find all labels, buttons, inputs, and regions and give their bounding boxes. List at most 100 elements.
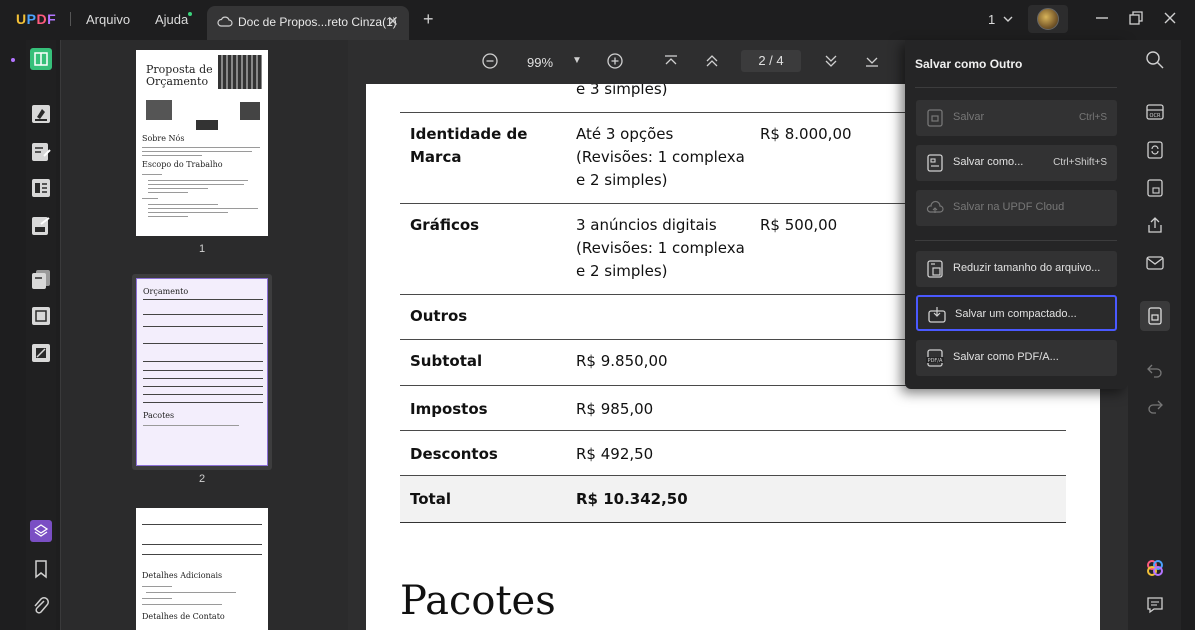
pages-icon [32,270,50,289]
crop-icon [32,307,50,325]
next-page-icon[interactable] [822,52,840,70]
table-cell-value: R$ 9.850,00 [576,352,668,370]
reduce-file-size-item[interactable]: Reduzir tamanho do arquivo... [916,251,1117,287]
sign-tool-button[interactable] [30,215,52,237]
zoom-in-icon[interactable] [606,52,624,70]
protect-icon [32,344,50,362]
menu-ajuda[interactable]: Ajuda [155,12,188,27]
attachment-tool-button[interactable] [30,595,52,617]
close-tab-icon[interactable]: ✕ [387,13,399,30]
minimize-icon[interactable] [1092,8,1112,28]
popup-divider [915,240,1117,241]
thumb-table-line [143,343,263,344]
thumb-table-line [143,370,263,371]
save-shortcut: Ctrl+S [1078,112,1107,123]
page-number-input[interactable]: 2 / 4 [741,50,801,72]
thumb-table-line [143,394,263,395]
new-tab-button[interactable]: + [423,9,434,30]
search-icon [1146,51,1164,69]
right-edge [1181,40,1195,630]
organize-tool-button[interactable] [30,177,52,199]
ocr-button[interactable]: OCR [1145,102,1165,122]
reader-tool-button[interactable] [30,48,52,70]
thumb-table-line [143,402,263,403]
table-cell-item: Total [410,490,451,508]
status-dot [11,58,15,62]
last-page-icon[interactable] [863,52,881,70]
save-as-other-button[interactable] [1140,301,1170,331]
thumb-table-line [143,326,263,327]
zoom-level[interactable]: 99% [527,55,553,70]
cloud-icon [217,16,233,27]
zoom-out-icon[interactable] [481,52,499,70]
thumb-table-line [143,299,263,300]
redo-button[interactable] [1145,396,1165,416]
table-cell-value: R$ 10.342,50 [576,490,688,508]
thumb-title: Proposta de Orçamento [146,64,213,88]
thumbnail-page-2[interactable]: Orçamento Pacotes [136,278,268,466]
table-cell-detail: Até 3 opções (Revisões: 1 complexa e 2 s… [576,123,745,192]
ocr-icon: OCR [1146,104,1164,120]
save-as-pdfa-item[interactable]: PDF/A Salvar como PDF/A... [916,340,1117,376]
bookmark-tool-button[interactable] [30,558,52,580]
section-heading: Pacotes [400,578,556,624]
avatar[interactable] [1037,8,1059,30]
table-cell-value: R$ 985,00 [576,400,654,418]
zoom-dropdown-icon[interactable]: ▼ [572,55,582,66]
window-count-dropdown[interactable]: 1 [988,12,1013,27]
convert-icon [1147,141,1163,159]
save-item[interactable]: Salvar Ctrl+S [916,100,1117,136]
cloud-upload-icon [926,200,944,213]
save-as-other-popup: Salvar como Outro Salvar Ctrl+S Salvar c… [905,40,1128,389]
table-row: Impostos R$ 985,00 [400,386,1066,431]
pages-tool-button[interactable] [30,268,52,290]
crop-tool-button[interactable] [30,305,52,327]
thumb-text-line [148,192,188,193]
thumbnail-page-3[interactable]: Detalhes Adicionais Detalhes de Contato [136,508,268,630]
previous-page-icon[interactable] [703,52,721,70]
menu-arquivo[interactable]: Arquivo [86,12,130,27]
restore-icon[interactable] [1126,8,1146,28]
document-tab[interactable]: Doc de Propos...reto Cinza(1) ✕ [207,6,409,40]
thumb-section-heading: Detalhes Adicionais [142,571,223,580]
save-icon [927,109,943,127]
save-to-cloud-item[interactable]: Salvar na UPDF Cloud [916,190,1117,226]
first-page-icon[interactable] [662,52,680,70]
search-button[interactable] [1145,50,1165,70]
undo-icon [1147,364,1162,378]
thumb-image [146,100,172,120]
thumb-title-line2: Orçamento [146,75,209,88]
comments-button[interactable] [1145,595,1165,615]
thumb-text-line [142,604,222,605]
edit-tool-button[interactable] [30,141,52,163]
thumb-table-line [143,361,263,362]
protect-tool-button[interactable] [30,342,52,364]
thumbnail-page-1[interactable]: Proposta de Orçamento Sobre Nós Escopo d… [136,50,268,236]
save-compressed-item[interactable]: Salvar um compactado... [916,295,1117,331]
thumb-text-line [146,592,236,593]
thumb-text-line [143,425,239,426]
pdfa-icon: PDF/A [926,349,944,367]
comment-icon [1147,597,1163,614]
highlighter-icon [32,105,50,123]
thumb-text-line [142,155,202,156]
convert-button[interactable] [1145,140,1165,160]
ai-assistant-button[interactable] [1145,558,1165,578]
left-edge [0,40,26,630]
email-button[interactable] [1145,253,1165,273]
save-as-pdfa-label: Salvar como PDF/A... [953,351,1059,363]
save-as-item[interactable]: Salvar como... Ctrl+Shift+S [916,145,1117,181]
thumb-text-line [148,204,218,205]
layers-tool-button[interactable] [30,520,52,542]
comment-tool-button[interactable] [30,103,52,125]
form-icon [32,179,50,197]
thumb-table-line [142,554,262,555]
thumb-table-line [143,386,263,387]
protect-button[interactable] [1145,178,1165,198]
close-window-icon[interactable] [1160,8,1180,28]
undo-button[interactable] [1145,360,1165,380]
table-cell-item: Outros [410,307,468,325]
cell-line: Até 3 opções [576,125,674,143]
share-button[interactable] [1145,215,1165,235]
thumb-text-line [148,184,244,185]
